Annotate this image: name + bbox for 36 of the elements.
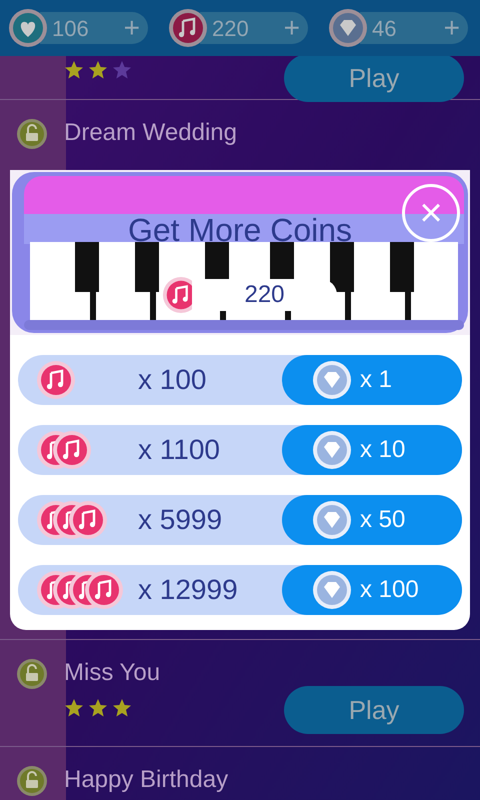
star-icon — [112, 698, 132, 718]
star-icon — [112, 60, 132, 80]
star-icon — [64, 698, 84, 718]
music-coin-icon — [68, 500, 108, 540]
buy-button[interactable]: x 100 — [282, 565, 462, 615]
music-coin-icon — [84, 570, 124, 610]
counter-value: 220 — [212, 14, 249, 42]
add-button[interactable]: + — [124, 14, 140, 42]
play-button[interactable]: Play — [284, 54, 464, 102]
buy-button[interactable]: x 50 — [282, 495, 462, 545]
star-icon — [88, 60, 108, 80]
coin-amount: x 12999 — [138, 573, 239, 607]
add-button[interactable]: + — [284, 14, 300, 42]
buy-button[interactable]: x 10 — [282, 425, 462, 475]
dialog-title: Get More Coins — [126, 211, 354, 250]
add-button[interactable]: + — [444, 14, 460, 42]
buy-button[interactable]: x 1 — [282, 355, 462, 405]
unlock-icon — [16, 765, 48, 797]
song-title: Miss You — [64, 658, 162, 688]
unlock-icon — [16, 658, 48, 690]
music-note-icon — [168, 8, 208, 48]
star-icon — [64, 60, 84, 80]
coin-amount: x 1100 — [138, 433, 221, 467]
music-coin-icon — [52, 430, 92, 470]
play-button[interactable]: Play — [284, 686, 464, 734]
coin-amount: x 100 — [138, 363, 208, 397]
counter-value: 46 — [372, 14, 396, 42]
counter-value: 106 — [52, 14, 89, 42]
star-icon — [88, 698, 108, 718]
unlock-icon — [16, 118, 48, 150]
song-title: Happy Birthday — [64, 765, 230, 795]
coin-amount: x 5999 — [138, 503, 224, 537]
music-coin-icon — [36, 360, 76, 400]
balance-value: 220 — [244, 280, 285, 310]
song-title: Dream Wedding — [64, 118, 238, 148]
close-button[interactable]: × — [402, 184, 460, 242]
